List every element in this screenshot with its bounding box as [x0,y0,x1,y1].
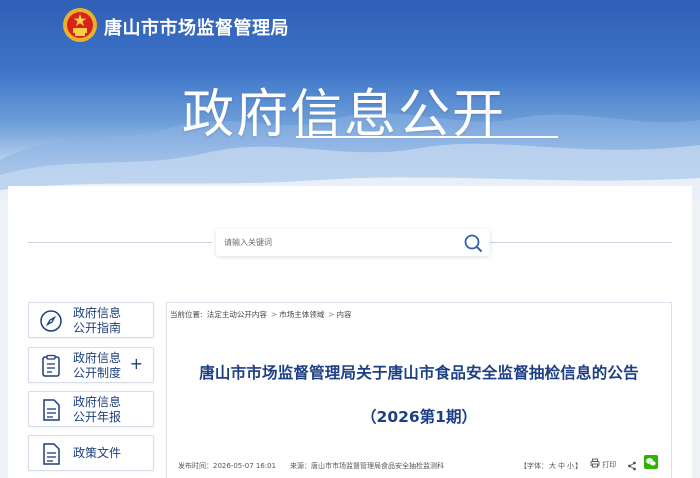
font-size-control: 【字体：大中小】 [520,461,582,471]
document-list-icon [42,354,60,377]
font-size-small[interactable]: 小 [567,462,574,470]
article-issue: （2026第1期） [361,408,477,426]
sidebar-item-label: 政府信息 公开年报 [73,395,122,424]
document-icon [43,399,60,421]
sidebar-item-label: 政府信息 公开制度 [73,351,122,380]
search-input[interactable] [224,233,454,252]
search-box [216,229,490,256]
share-icon[interactable] [627,461,637,471]
search-icon[interactable] [462,232,484,254]
search-divider-right [490,242,672,243]
breadcrumb-separator: > [270,310,278,319]
font-size-medium[interactable]: 中 [558,462,565,470]
sidebar-item-guide[interactable]: 政府信息 公开指南 [28,302,154,338]
print-label: 打印 [602,461,617,469]
header-banner: 唐山市市场监督管理局 政府信息公开 [0,0,700,200]
sidebar-item-annual-report[interactable]: 政府信息 公开年报 [28,391,154,427]
site-title[interactable]: 唐山市市场监督管理局 [104,14,289,40]
breadcrumb-link[interactable]: 法定主动公开内容 [207,310,267,319]
font-size-label: 【字体： [520,462,548,470]
search-divider-left [28,242,212,243]
breadcrumb-current: 内容 [336,310,352,319]
sidebar-item-label: 政府信息 公开指南 [73,306,122,335]
national-emblem-icon [63,8,97,42]
sidebar-item-label: 政策文件 [73,446,122,460]
font-size-large[interactable]: 大 [549,462,556,470]
sidebar-item-policy-docs[interactable]: 政策文件 [28,435,154,471]
article-panel [166,302,672,478]
breadcrumb-separator: > [328,310,335,319]
font-size-close: 】 [575,462,582,470]
sidebar-item-system[interactable]: 政府信息 公开制度 + [28,347,154,383]
article-source: 来源：唐山市市场监督管理局食品安全抽检监测科 [290,462,444,470]
expand-plus-icon[interactable]: + [130,356,143,372]
banner-underline [296,136,558,138]
breadcrumb-link[interactable]: 市场主体领域 [279,310,324,319]
compass-icon [40,310,62,332]
publish-time: 发布时间：2026-05-07 16:01 [178,462,277,470]
document-icon [43,443,60,465]
print-button[interactable]: 打印 [590,458,616,470]
breadcrumb-prefix: 当前位置: [170,310,203,319]
printer-icon [590,458,600,468]
breadcrumb: 当前位置: 法定主动公开内容 > 市场主体领域 > 内容 [170,309,354,320]
wechat-icon[interactable] [644,455,658,469]
article-title: 唐山市市场监督管理局关于唐山市食品安全监督抽检信息的公告 [199,364,639,382]
